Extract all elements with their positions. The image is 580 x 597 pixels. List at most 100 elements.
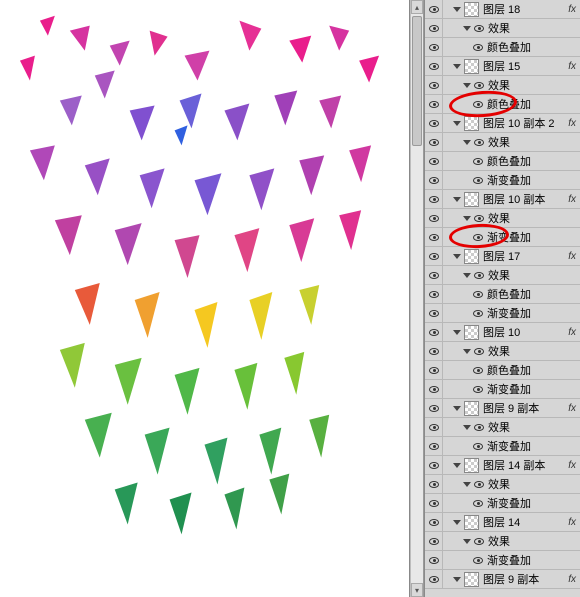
layer-thumbnail[interactable] bbox=[464, 59, 479, 74]
visibility-toggle[interactable] bbox=[425, 209, 443, 227]
layer-thumbnail[interactable] bbox=[464, 249, 479, 264]
gradient-overlay-row[interactable]: 渐变叠加 bbox=[425, 228, 580, 247]
expand-toggle-icon[interactable] bbox=[453, 577, 461, 582]
effects-row[interactable]: 效果 bbox=[425, 209, 580, 228]
visibility-toggle[interactable] bbox=[425, 513, 443, 531]
visibility-toggle[interactable] bbox=[425, 570, 443, 588]
visibility-toggle[interactable] bbox=[425, 57, 443, 75]
layers-panel[interactable]: fx图层 18效果颜色叠加fx图层 15效果颜色叠加fx图层 10 副本 2效果… bbox=[424, 0, 580, 597]
effect-item-label[interactable]: 渐变叠加 bbox=[487, 438, 531, 454]
effect-item-label[interactable]: 渐变叠加 bbox=[487, 172, 531, 188]
effect-item-label[interactable]: 渐变叠加 bbox=[487, 229, 531, 245]
scroll-down-arrow[interactable]: ▾ bbox=[411, 583, 423, 597]
expand-toggle-icon[interactable] bbox=[453, 121, 461, 126]
visibility-toggle[interactable] bbox=[425, 0, 443, 18]
layer-name[interactable]: 图层 10 副本 2 bbox=[483, 115, 555, 131]
fx-badge[interactable]: fx bbox=[568, 517, 576, 528]
fx-badge[interactable]: fx bbox=[568, 403, 576, 414]
gradient-overlay-row[interactable]: 渐变叠加 bbox=[425, 437, 580, 456]
visibility-toggle[interactable] bbox=[425, 38, 443, 56]
gradient-overlay-row[interactable]: 渐变叠加 bbox=[425, 551, 580, 570]
effects-label[interactable]: 效果 bbox=[488, 77, 510, 93]
expand-toggle-icon[interactable] bbox=[453, 254, 461, 259]
expand-toggle-icon[interactable] bbox=[463, 349, 471, 354]
effects-label[interactable]: 效果 bbox=[488, 419, 510, 435]
visibility-toggle[interactable] bbox=[425, 266, 443, 284]
visibility-toggle[interactable] bbox=[425, 418, 443, 436]
effects-label[interactable]: 效果 bbox=[488, 267, 510, 283]
gradient-overlay-row[interactable]: 渐变叠加 bbox=[425, 304, 580, 323]
effects-row[interactable]: 效果 bbox=[425, 475, 580, 494]
color-overlay-row[interactable]: 颜色叠加 bbox=[425, 361, 580, 380]
layer-row[interactable]: fx 图层 10 副本 2 bbox=[425, 114, 580, 133]
effect-item-label[interactable]: 颜色叠加 bbox=[487, 153, 531, 169]
layer-thumbnail[interactable] bbox=[464, 116, 479, 131]
expand-toggle-icon[interactable] bbox=[463, 26, 471, 31]
layer-thumbnail[interactable] bbox=[464, 401, 479, 416]
layer-row[interactable]: fx图层 9 副本 bbox=[425, 399, 580, 418]
effects-row[interactable]: 效果 bbox=[425, 133, 580, 152]
layer-name[interactable]: 图层 17 bbox=[483, 248, 520, 264]
visibility-toggle[interactable] bbox=[425, 133, 443, 151]
fx-badge[interactable]: fx bbox=[568, 61, 576, 72]
effect-item-label[interactable]: 渐变叠加 bbox=[487, 381, 531, 397]
scroll-up-arrow[interactable]: ▴ bbox=[411, 0, 423, 14]
effects-row[interactable]: 效果 bbox=[425, 19, 580, 38]
layer-row[interactable]: fx 图层 9 副本 bbox=[425, 570, 580, 589]
layer-row[interactable]: fx 图层 18 bbox=[425, 0, 580, 19]
layer-thumbnail[interactable] bbox=[464, 458, 479, 473]
expand-toggle-icon[interactable] bbox=[463, 216, 471, 221]
visibility-toggle[interactable] bbox=[425, 171, 443, 189]
visibility-toggle[interactable] bbox=[425, 304, 443, 322]
visibility-toggle[interactable] bbox=[425, 342, 443, 360]
visibility-toggle[interactable] bbox=[425, 437, 443, 455]
visibility-toggle[interactable] bbox=[425, 19, 443, 37]
color-overlay-row[interactable]: 颜色叠加 bbox=[425, 38, 580, 57]
effect-item-label[interactable]: 颜色叠加 bbox=[487, 362, 531, 378]
effects-row[interactable]: 效果 bbox=[425, 342, 580, 361]
effect-item-label[interactable]: 渐变叠加 bbox=[487, 552, 531, 568]
effects-label[interactable]: 效果 bbox=[488, 210, 510, 226]
layer-name[interactable]: 图层 14 bbox=[483, 514, 520, 530]
color-overlay-row[interactable]: 颜色叠加 bbox=[425, 152, 580, 171]
effects-label[interactable]: 效果 bbox=[488, 476, 510, 492]
gradient-overlay-row[interactable]: 渐变叠加 bbox=[425, 171, 580, 190]
effects-row[interactable]: 效果 bbox=[425, 418, 580, 437]
scroll-thumb[interactable] bbox=[412, 16, 422, 146]
layer-row[interactable]: fx图层 14 副本 bbox=[425, 456, 580, 475]
effects-row[interactable]: 效果 bbox=[425, 532, 580, 551]
layer-row[interactable]: fx 图层 17 bbox=[425, 247, 580, 266]
expand-toggle-icon[interactable] bbox=[463, 140, 471, 145]
layer-thumbnail[interactable] bbox=[464, 572, 479, 587]
effects-label[interactable]: 效果 bbox=[488, 134, 510, 150]
layer-thumbnail[interactable] bbox=[464, 2, 479, 17]
effect-item-label[interactable]: 颜色叠加 bbox=[487, 39, 531, 55]
visibility-toggle[interactable] bbox=[425, 152, 443, 170]
visibility-toggle[interactable] bbox=[425, 76, 443, 94]
layer-row[interactable]: fx图层 10 副本 bbox=[425, 190, 580, 209]
visibility-toggle[interactable] bbox=[425, 285, 443, 303]
layer-name[interactable]: 图层 15 bbox=[483, 58, 520, 74]
effects-row[interactable]: 效果 bbox=[425, 266, 580, 285]
expand-toggle-icon[interactable] bbox=[453, 520, 461, 525]
fx-badge[interactable]: fx bbox=[568, 4, 576, 15]
layer-name[interactable]: 图层 18 bbox=[483, 1, 520, 17]
fx-badge[interactable]: fx bbox=[568, 194, 576, 205]
layer-name[interactable]: 图层 9 副本 bbox=[483, 571, 539, 587]
visibility-toggle[interactable] bbox=[425, 114, 443, 132]
effect-item-label[interactable]: 渐变叠加 bbox=[487, 305, 531, 321]
effects-label[interactable]: 效果 bbox=[488, 533, 510, 549]
visibility-toggle[interactable] bbox=[425, 532, 443, 550]
fx-badge[interactable]: fx bbox=[568, 118, 576, 129]
expand-toggle-icon[interactable] bbox=[453, 197, 461, 202]
fx-badge[interactable]: fx bbox=[568, 327, 576, 338]
gradient-overlay-row[interactable]: 渐变叠加 bbox=[425, 494, 580, 513]
fx-badge[interactable]: fx bbox=[568, 251, 576, 262]
expand-toggle-icon[interactable] bbox=[463, 482, 471, 487]
visibility-toggle[interactable] bbox=[425, 380, 443, 398]
expand-toggle-icon[interactable] bbox=[453, 330, 461, 335]
visibility-toggle[interactable] bbox=[425, 456, 443, 474]
fx-badge[interactable]: fx bbox=[568, 574, 576, 585]
visibility-toggle[interactable] bbox=[425, 475, 443, 493]
visibility-toggle[interactable] bbox=[425, 361, 443, 379]
